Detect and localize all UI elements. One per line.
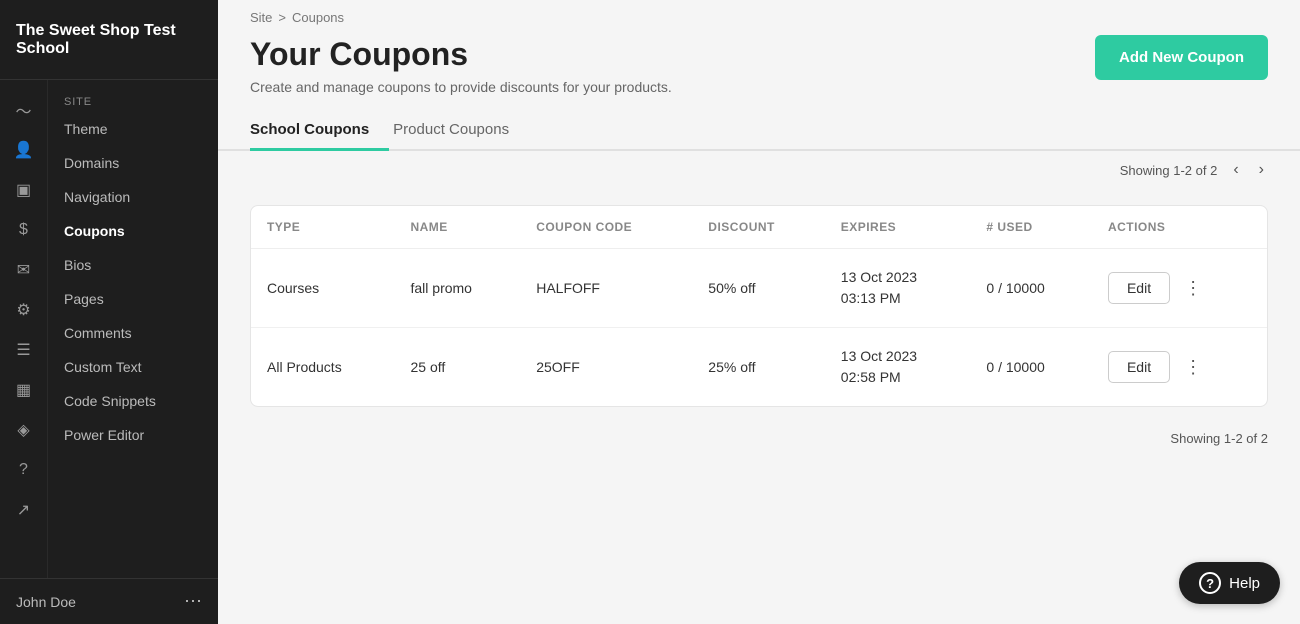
- col-name: NAME: [395, 206, 521, 249]
- help-icon: ?: [1199, 572, 1221, 594]
- col-expires: EXPIRES: [825, 206, 971, 249]
- row2-name: 25 off: [395, 328, 521, 407]
- page-subtitle: Create and manage coupons to provide dis…: [250, 79, 672, 95]
- row2-type: All Products: [251, 328, 395, 407]
- row1-name: fall promo: [395, 249, 521, 328]
- sidebar-item-power-editor[interactable]: Power Editor: [48, 418, 218, 452]
- custom-text-label: Custom Text: [64, 359, 142, 375]
- row1-more-button[interactable]: ⋮: [1180, 274, 1206, 303]
- icon-strip: 〜 👤 ▣ $ ✉ ⚙ ☰ ▦ ◈ ? ↗: [0, 80, 48, 578]
- page-header: Your Coupons Create and manage coupons t…: [218, 35, 1300, 111]
- analytics-icon[interactable]: 〜: [6, 92, 42, 128]
- sidebar-item-coupons[interactable]: Coupons: [48, 214, 218, 248]
- row1-type: Courses: [251, 249, 395, 328]
- theme-label: Theme: [64, 121, 108, 137]
- calendar-icon[interactable]: ▦: [6, 372, 42, 408]
- row1-code: HALFOFF: [520, 249, 692, 328]
- pagination-bottom: Showing 1-2 of 2: [218, 423, 1300, 454]
- tab-product-coupons[interactable]: Product Coupons: [389, 111, 529, 151]
- sidebar-footer: John Doe ⋯: [0, 578, 218, 624]
- user-name: John Doe: [16, 594, 76, 610]
- tabs-row: School Coupons Product Coupons: [218, 111, 1300, 151]
- sidebar-item-pages[interactable]: Pages: [48, 282, 218, 316]
- bios-label: Bios: [64, 257, 91, 273]
- sidebar-item-navigation[interactable]: Navigation: [48, 180, 218, 214]
- row1-actions-cell: Edit ⋮: [1108, 272, 1251, 304]
- nav-section: SITE Theme Domains Navigation Coupons Bi…: [48, 80, 218, 578]
- col-discount: DISCOUNT: [692, 206, 824, 249]
- col-coupon-code: COUPON CODE: [520, 206, 692, 249]
- next-page-button[interactable]: ›: [1255, 159, 1268, 181]
- coupons-table-container: TYPE NAME COUPON CODE DISCOUNT EXPIRES #…: [250, 205, 1268, 407]
- share-icon[interactable]: ↗: [6, 492, 42, 528]
- table-row: Courses fall promo HALFOFF 50% off 13 Oc…: [251, 249, 1267, 328]
- mail-icon[interactable]: ✉: [6, 252, 42, 288]
- breadcrumb-site[interactable]: Site: [250, 10, 272, 25]
- school-name: The Sweet Shop Test School: [0, 0, 218, 80]
- sidebar-item-custom-text[interactable]: Custom Text: [48, 350, 218, 384]
- table-header-row: TYPE NAME COUPON CODE DISCOUNT EXPIRES #…: [251, 206, 1267, 249]
- row1-used: 0 / 10000: [970, 249, 1092, 328]
- sidebar-item-theme[interactable]: Theme: [48, 112, 218, 146]
- row2-expires-time: 02:58 PM: [841, 367, 955, 388]
- badge-icon[interactable]: ◈: [6, 412, 42, 448]
- row1-discount: 50% off: [692, 249, 824, 328]
- row2-more-button[interactable]: ⋮: [1180, 353, 1206, 382]
- row2-edit-button[interactable]: Edit: [1108, 351, 1170, 383]
- breadcrumb-separator: >: [278, 10, 286, 25]
- help-label: Help: [1229, 575, 1260, 592]
- sidebar-item-code-snippets[interactable]: Code Snippets: [48, 384, 218, 418]
- showing-count-top: Showing 1-2 of 2: [1120, 163, 1218, 178]
- add-new-coupon-button[interactable]: Add New Coupon: [1095, 35, 1268, 80]
- table-row: All Products 25 off 25OFF 25% off 13 Oct…: [251, 328, 1267, 407]
- page-title: Your Coupons: [250, 35, 672, 73]
- user-options-button[interactable]: ⋯: [184, 591, 202, 612]
- row2-actions-cell: Edit ⋮: [1108, 351, 1251, 383]
- main-content: Site > Coupons Your Coupons Create and m…: [218, 0, 1300, 624]
- users-icon[interactable]: 👤: [6, 132, 42, 168]
- domains-label: Domains: [64, 155, 119, 171]
- row2-code: 25OFF: [520, 328, 692, 407]
- row1-expires-time: 03:13 PM: [841, 288, 955, 309]
- row2-discount: 25% off: [692, 328, 824, 407]
- question-icon[interactable]: ?: [6, 452, 42, 488]
- col-used: # USED: [970, 206, 1092, 249]
- row1-expires-date: 13 Oct 2023: [841, 267, 955, 288]
- navigation-label: Navigation: [64, 189, 130, 205]
- col-actions: ACTIONS: [1092, 206, 1267, 249]
- site-section-label: SITE: [48, 84, 218, 112]
- sidebar: The Sweet Shop Test School 〜 👤 ▣ $ ✉ ⚙ ☰…: [0, 0, 218, 624]
- dashboard-icon[interactable]: ▣: [6, 172, 42, 208]
- pages-nav-label: Pages: [64, 291, 104, 307]
- coupons-table: TYPE NAME COUPON CODE DISCOUNT EXPIRES #…: [251, 206, 1267, 406]
- sidebar-item-comments[interactable]: Comments: [48, 316, 218, 350]
- code-snippets-label: Code Snippets: [64, 393, 156, 409]
- pages-icon[interactable]: ☰: [6, 332, 42, 368]
- breadcrumb-current: Coupons: [292, 10, 344, 25]
- row1-expires: 13 Oct 2023 03:13 PM: [825, 249, 971, 328]
- sidebar-item-domains[interactable]: Domains: [48, 146, 218, 180]
- row2-used: 0 / 10000: [970, 328, 1092, 407]
- row1-edit-button[interactable]: Edit: [1108, 272, 1170, 304]
- tab-school-coupons[interactable]: School Coupons: [250, 111, 389, 151]
- comments-label: Comments: [64, 325, 132, 341]
- showing-count-bottom: Showing 1-2 of 2: [1170, 431, 1268, 446]
- row2-expires: 13 Oct 2023 02:58 PM: [825, 328, 971, 407]
- help-badge[interactable]: ? Help: [1179, 562, 1280, 604]
- settings-icon[interactable]: ⚙: [6, 292, 42, 328]
- page-header-text: Your Coupons Create and manage coupons t…: [250, 35, 672, 95]
- prev-page-button[interactable]: ‹: [1229, 159, 1242, 181]
- breadcrumb: Site > Coupons: [218, 0, 1300, 35]
- power-editor-label: Power Editor: [64, 427, 144, 443]
- revenue-icon[interactable]: $: [6, 212, 42, 248]
- coupons-label: Coupons: [64, 223, 125, 239]
- row1-actions: Edit ⋮: [1092, 249, 1267, 328]
- sidebar-item-bios[interactable]: Bios: [48, 248, 218, 282]
- col-type: TYPE: [251, 206, 395, 249]
- row2-expires-date: 13 Oct 2023: [841, 346, 955, 367]
- pagination-top: Showing 1-2 of 2 ‹ ›: [218, 151, 1300, 189]
- row2-actions: Edit ⋮: [1092, 328, 1267, 407]
